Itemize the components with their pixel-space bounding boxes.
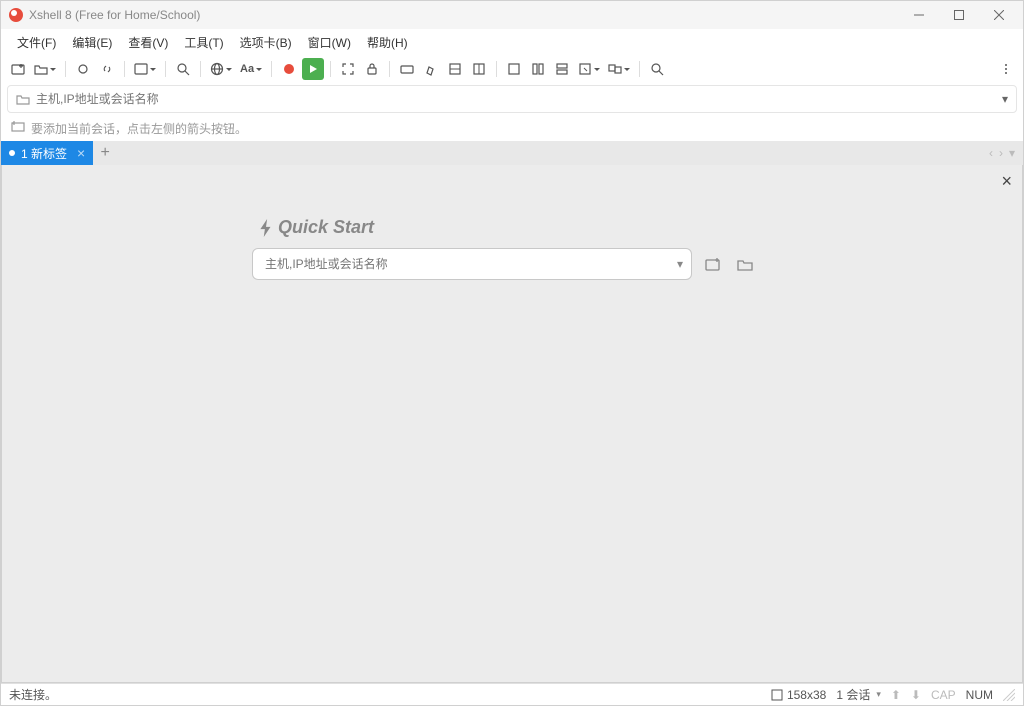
open-session-button[interactable] bbox=[31, 58, 59, 80]
quick-start-dropdown-icon[interactable]: ▾ bbox=[677, 257, 683, 271]
size-icon bbox=[771, 689, 783, 701]
lightning-icon bbox=[258, 219, 274, 237]
quick-start-title: Quick Start bbox=[258, 217, 374, 238]
highlight-button[interactable] bbox=[420, 58, 442, 80]
tab-active[interactable]: 1 新标签 × bbox=[1, 141, 93, 165]
address-input[interactable] bbox=[36, 92, 1002, 106]
fullscreen-button[interactable] bbox=[337, 58, 359, 80]
layout3-button[interactable] bbox=[551, 58, 573, 80]
panel2-button[interactable] bbox=[468, 58, 490, 80]
status-sessions[interactable]: 1 会话 bbox=[836, 686, 881, 703]
quick-start-panel: Quick Start ▾ bbox=[252, 217, 772, 280]
search-button[interactable] bbox=[172, 58, 194, 80]
titlebar: Xshell 8 (Free for Home/School) bbox=[1, 1, 1023, 29]
search2-button[interactable] bbox=[646, 58, 668, 80]
menu-tools[interactable]: 工具(T) bbox=[176, 30, 231, 55]
hint-text: 要添加当前会话，点击左侧的箭头按钮。 bbox=[31, 120, 247, 137]
hint-bar: 要添加当前会话，点击左侧的箭头按钮。 bbox=[1, 115, 1023, 141]
link-button[interactable] bbox=[96, 58, 118, 80]
tab-bar: 1 新标签 × + ‹ › ▾ bbox=[1, 141, 1023, 165]
arrange1-button[interactable] bbox=[575, 58, 603, 80]
panel1-button[interactable] bbox=[444, 58, 466, 80]
address-dropdown-icon[interactable]: ▾ bbox=[1002, 92, 1008, 106]
app-icon bbox=[9, 8, 23, 22]
window-title: Xshell 8 (Free for Home/School) bbox=[29, 8, 899, 22]
tab-list-button[interactable]: ▾ bbox=[1007, 146, 1017, 160]
panel-close-button[interactable]: × bbox=[1001, 171, 1012, 192]
close-window-button[interactable] bbox=[979, 1, 1019, 29]
font-button[interactable]: Aa bbox=[237, 58, 265, 80]
status-down-icon: ⬇ bbox=[911, 688, 921, 702]
tab-nav: ‹ › ▾ bbox=[987, 141, 1023, 165]
quick-start-input-wrap[interactable]: ▾ bbox=[252, 248, 692, 280]
status-bar: 未连接。 158x38 1 会话 ⬆ ⬇ CAP NUM bbox=[1, 683, 1023, 705]
tab-label: 1 新标签 bbox=[21, 145, 67, 162]
status-size: 158x38 bbox=[771, 688, 826, 702]
quick-start-input[interactable] bbox=[265, 257, 677, 271]
terminal-new-button[interactable] bbox=[131, 58, 159, 80]
quick-start-new-session-button[interactable] bbox=[702, 253, 724, 275]
lock-button[interactable] bbox=[361, 58, 383, 80]
menubar: 文件(F) 编辑(E) 查看(V) 工具(T) 选项卡(B) 窗口(W) 帮助(… bbox=[1, 29, 1023, 55]
status-num: NUM bbox=[966, 688, 993, 702]
tab-close-button[interactable]: × bbox=[77, 145, 85, 161]
status-up-icon: ⬆ bbox=[891, 688, 901, 702]
address-bar[interactable]: ▾ bbox=[7, 85, 1017, 113]
menu-view[interactable]: 查看(V) bbox=[120, 30, 176, 55]
tab-status-dot-icon bbox=[9, 150, 15, 156]
main-content: × Quick Start ▾ bbox=[1, 165, 1023, 683]
arrange2-button[interactable] bbox=[605, 58, 633, 80]
layout2-button[interactable] bbox=[527, 58, 549, 80]
record-button[interactable] bbox=[278, 58, 300, 80]
hint-icon bbox=[11, 120, 25, 137]
keyboard-button[interactable] bbox=[396, 58, 418, 80]
status-connection: 未连接。 bbox=[9, 686, 761, 703]
status-cap: CAP bbox=[931, 688, 956, 702]
layout1-button[interactable] bbox=[503, 58, 525, 80]
menu-file[interactable]: 文件(F) bbox=[9, 30, 64, 55]
new-tab-button[interactable]: + bbox=[93, 141, 117, 165]
menu-edit[interactable]: 编辑(E) bbox=[64, 30, 120, 55]
new-session-button[interactable] bbox=[7, 58, 29, 80]
folder-icon bbox=[16, 92, 30, 106]
minimize-button[interactable] bbox=[899, 1, 939, 29]
quick-start-open-button[interactable] bbox=[734, 253, 756, 275]
tab-prev-button[interactable]: ‹ bbox=[987, 146, 995, 160]
more-button[interactable] bbox=[995, 58, 1017, 80]
tab-next-button[interactable]: › bbox=[997, 146, 1005, 160]
maximize-button[interactable] bbox=[939, 1, 979, 29]
toolbar: Aa bbox=[1, 55, 1023, 83]
menu-window[interactable]: 窗口(W) bbox=[300, 30, 359, 55]
menu-help[interactable]: 帮助(H) bbox=[359, 30, 416, 55]
play-button[interactable] bbox=[302, 58, 324, 80]
menu-tabs[interactable]: 选项卡(B) bbox=[232, 30, 300, 55]
resize-grip-icon[interactable] bbox=[1003, 689, 1015, 701]
encoding-button[interactable] bbox=[207, 58, 235, 80]
reconnect-button[interactable] bbox=[72, 58, 94, 80]
